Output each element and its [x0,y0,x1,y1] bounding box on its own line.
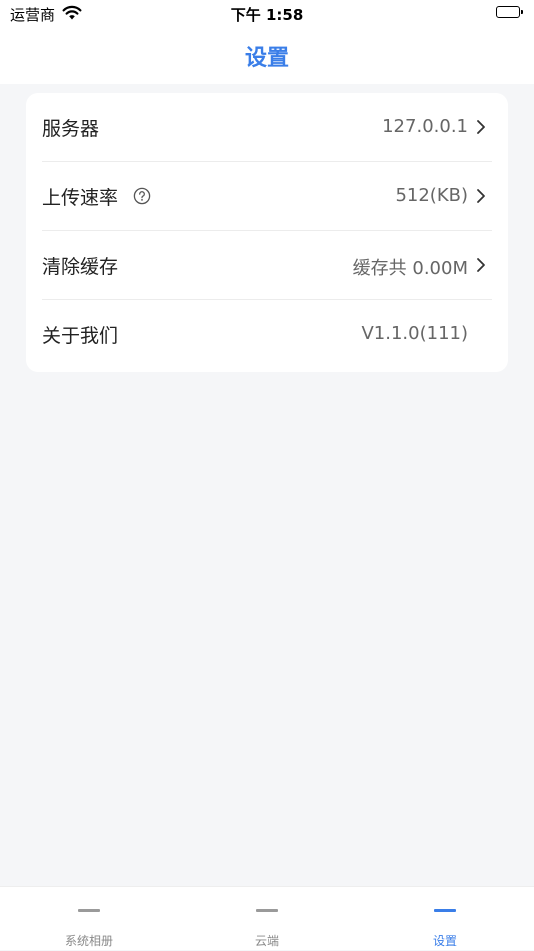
tab-settings[interactable]: 设置 [356,887,534,951]
battery-icon [496,6,524,19]
tab-indicator [434,909,456,912]
chevron-right-icon [477,258,485,272]
settings-row-clear-cache[interactable]: 清除缓存 缓存共 0.00M [42,231,492,300]
chevron-right-icon [477,189,485,203]
help-circle-icon[interactable] [133,187,151,205]
settings-row-value: V1.1.0(111) [361,323,468,344]
status-time: 下午 1:58 [230,6,304,24]
tab-indicator [256,909,278,912]
tab-label: 云端 [254,934,279,948]
settings-row-value: 127.0.0.1 [382,116,468,137]
settings-card: 服务器 127.0.0.1 上传速率 512(KB) 清除缓存 缓存共 0.00… [26,93,508,372]
settings-row-upload-rate[interactable]: 上传速率 512(KB) [42,162,492,231]
status-bar: 运营商 下午 1:58 [0,0,534,28]
tab-label: 系统相册 [64,934,113,948]
settings-row-label: 清除缓存 [42,256,119,278]
page-title: 设置 [244,46,289,71]
top-bar: 运营商 下午 1:58 设置 [0,0,534,84]
settings-row-label: 关于我们 [42,325,119,347]
settings-row-label: 服务器 [42,118,100,140]
settings-row-about-us[interactable]: 关于我们 V1.1.0(111) [42,300,492,369]
tab-system-album[interactable]: 系统相册 [0,887,178,951]
settings-row-value: 缓存共 0.00M [352,258,468,279]
tab-bar: 系统相册 云端 设置 [0,886,534,950]
settings-row-value: 512(KB) [395,185,468,206]
settings-row-server[interactable]: 服务器 127.0.0.1 [42,93,492,162]
tab-indicator [78,909,100,912]
settings-row-label: 上传速率 [42,187,119,209]
tab-cloud[interactable]: 云端 [178,887,356,951]
chevron-right-icon [477,120,485,134]
tab-label: 设置 [432,934,457,948]
